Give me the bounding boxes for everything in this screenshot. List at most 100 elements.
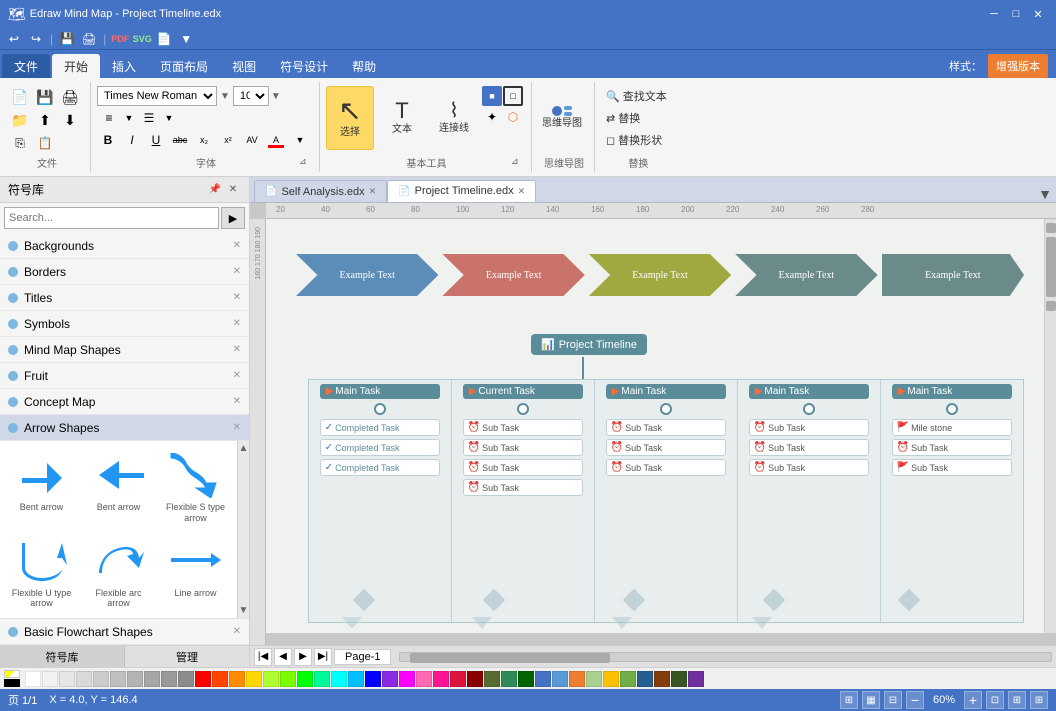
fruit-close[interactable]: ✕ [233, 370, 241, 381]
color-no-fill[interactable] [4, 670, 20, 678]
qa-doc[interactable]: 📄 [154, 30, 174, 48]
canvas-tab-self-analysis[interactable]: 📄 Self Analysis.edx ✕ [254, 180, 387, 202]
qa-save[interactable]: 💾 [57, 30, 77, 48]
milestone-task[interactable]: 🚩 Mile stone [892, 419, 1013, 436]
project-timeline-header[interactable]: 📊 Project Timeline [531, 334, 647, 355]
main-task-3-header[interactable]: ▶ Main Task [606, 384, 727, 399]
page-nav-next[interactable]: ▶ [294, 648, 312, 666]
qa-undo[interactable]: ↩ [4, 30, 24, 48]
category-mindmap-shapes[interactable]: Mind Map Shapes ✕ [0, 337, 249, 363]
shape-fill2[interactable]: ⬡ [503, 107, 523, 127]
sub-task-2-4[interactable]: ⏰ Sub Task [463, 479, 584, 496]
canvas-tab-close-1[interactable]: ✕ [369, 186, 377, 197]
sub-task-4-3[interactable]: ⏰ Sub Task [749, 459, 870, 476]
panel-pin-btn[interactable]: 📌 [207, 182, 223, 198]
color-swatch[interactable] [484, 671, 500, 687]
category-titles[interactable]: Titles ✕ [0, 285, 249, 311]
vscroll-up-btn[interactable] [1046, 223, 1056, 233]
text-tool-btn[interactable]: T 文本 [378, 86, 426, 150]
font-color-btn[interactable]: A [265, 130, 287, 150]
vertical-scrollbar[interactable] [1044, 219, 1056, 633]
qa-pdf[interactable]: PDF [110, 30, 130, 48]
save-btn[interactable]: 💾 [33, 86, 57, 108]
connect-tool-btn[interactable]: ⌇ 连接线 [430, 86, 478, 150]
new2-btn[interactable]: 📁 [8, 109, 32, 131]
color-swatch[interactable] [467, 671, 483, 687]
symbol-search-button[interactable]: ▶ [221, 207, 245, 229]
color-swatch[interactable] [637, 671, 653, 687]
text-align-options[interactable]: ▼ [123, 108, 135, 128]
flowchart-close[interactable]: ✕ [233, 626, 241, 637]
completed-task-1[interactable]: ✓ Completed Task [320, 419, 441, 436]
color-swatch[interactable] [280, 671, 296, 687]
grid-btn[interactable]: ⊞ [1030, 691, 1048, 709]
color-swatch[interactable] [382, 671, 398, 687]
manage-tab[interactable]: 管理 [125, 646, 249, 668]
minimize-button[interactable]: ─ [984, 5, 1004, 23]
export-btn[interactable]: ⬆ [33, 109, 57, 131]
text-align-left[interactable]: ≡ [97, 108, 121, 128]
arrow-shapes-close[interactable]: ✕ [233, 422, 241, 433]
replace-btn[interactable]: ⇄ 替换 [601, 108, 672, 128]
color-swatch[interactable] [144, 671, 160, 687]
mindmap-shapes-close[interactable]: ✕ [233, 344, 241, 355]
bent-arrow-2[interactable]: Bent arrow [81, 445, 156, 529]
font-family-select[interactable]: Times New Roman [97, 86, 217, 106]
status-icon-3[interactable]: ⊟ [884, 691, 902, 709]
color-swatch[interactable] [110, 671, 126, 687]
vscroll-thumb[interactable] [1046, 237, 1056, 297]
qa-print[interactable]: 🖨 [79, 30, 99, 48]
tabs-scroll-right[interactable]: ▼ [1034, 186, 1056, 202]
sub-task-2-2[interactable]: ⏰ Sub Task [463, 439, 584, 456]
completed-task-2[interactable]: ✓ Completed Task [320, 439, 441, 456]
strikethrough-btn[interactable]: abc [169, 130, 191, 150]
color-swatch[interactable] [25, 671, 41, 687]
main-task-4-header[interactable]: ▶ Main Task [749, 384, 870, 399]
import-btn[interactable]: ⬇ [58, 109, 82, 131]
qa-more[interactable]: ▼ [176, 30, 196, 48]
spacing-btn[interactable]: AV [241, 130, 263, 150]
canvas-content[interactable]: Example Text Example Text Example Text E… [266, 219, 1044, 633]
color-swatch[interactable] [620, 671, 636, 687]
color-swatch[interactable] [76, 671, 92, 687]
borders-close[interactable]: ✕ [233, 266, 241, 277]
line-arrow[interactable]: Line arrow [158, 531, 233, 615]
find-text-btn[interactable]: 🔍 查找文本 [601, 86, 672, 106]
color-swatch[interactable] [535, 671, 551, 687]
chevron-5[interactable]: Example Text [882, 254, 1024, 296]
symbols-close[interactable]: ✕ [233, 318, 241, 329]
color-swatch[interactable] [569, 671, 585, 687]
color-swatch[interactable] [518, 671, 534, 687]
enhanced-btn[interactable]: 增强版本 [988, 54, 1048, 78]
flexible-arc-arrow[interactable]: Flexible arc arrow [81, 531, 156, 615]
concept-map-close[interactable]: ✕ [233, 396, 241, 407]
category-arrow-shapes[interactable]: Arrow Shapes ✕ [0, 415, 249, 441]
titles-close[interactable]: ✕ [233, 292, 241, 303]
page-nav-last[interactable]: ▶| [314, 648, 332, 666]
canvas-tab-project-timeline[interactable]: 📄 Project Timeline.edx ✕ [387, 180, 536, 202]
color-swatch[interactable] [93, 671, 109, 687]
shape-fill[interactable]: ■ [482, 86, 502, 106]
page-nav-prev[interactable]: ◀ [274, 648, 292, 666]
h-scrollbar-area[interactable] [395, 646, 1056, 667]
flexible-s-arrow[interactable]: Flexible S type arrow [158, 445, 233, 529]
vscroll-down-btn[interactable] [1046, 301, 1056, 311]
chevron-4[interactable]: Example Text [735, 254, 877, 296]
sub-task-2-1[interactable]: ⏰ Sub Task [463, 419, 584, 436]
underline-btn[interactable]: U [145, 130, 167, 150]
category-backgrounds[interactable]: Backgrounds ✕ [0, 233, 249, 259]
tab-页面布局[interactable]: 页面布局 [148, 54, 220, 78]
page-nav-first[interactable]: |◀ [254, 648, 272, 666]
category-borders[interactable]: Borders ✕ [0, 259, 249, 285]
color-swatch[interactable] [127, 671, 143, 687]
subscript-btn[interactable]: x₂ [193, 130, 215, 150]
replace-shape-btn[interactable]: ◻ 替换形状 [601, 130, 672, 150]
tab-开始[interactable]: 开始 [52, 54, 100, 78]
color-swatch[interactable] [42, 671, 58, 687]
backgrounds-close[interactable]: ✕ [233, 240, 241, 251]
tab-帮助[interactable]: 帮助 [340, 54, 388, 78]
select-tool-btn[interactable]: ↖ 选择 [326, 86, 374, 150]
color-swatch[interactable] [314, 671, 330, 687]
print-btn[interactable]: 🖨 [58, 86, 82, 108]
list-options[interactable]: ▼ [163, 108, 175, 128]
